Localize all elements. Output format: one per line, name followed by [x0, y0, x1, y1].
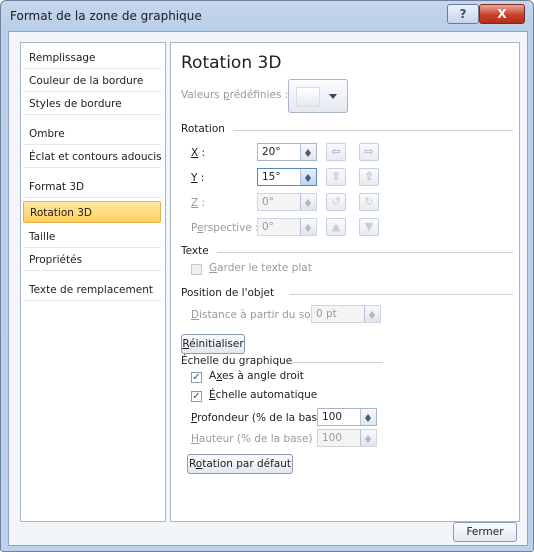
keep-text-flat-label: Garder le texte plat — [209, 262, 312, 274]
rotation-3d-panel: Rotation 3D Valeurs prédéfinies : Rotati… — [170, 42, 520, 522]
height-spinner[interactable]: 100 — [317, 429, 377, 447]
perspective-spinner[interactable]: 0° — [257, 218, 317, 236]
rotate-cw-button[interactable]: ↻ — [359, 193, 379, 211]
tilt-up-button[interactable]: ⇧ — [326, 168, 346, 186]
z-rotation-value: 0° — [262, 196, 274, 208]
x-rotation-value: 20° — [262, 146, 281, 158]
y-rotation-stepper[interactable] — [300, 169, 316, 185]
chevron-down-icon — [329, 94, 337, 103]
perspective-stepper[interactable] — [300, 219, 316, 235]
scale-group-divider — [291, 362, 383, 363]
rotate-left-icon: ⇦ — [331, 145, 341, 158]
window-title: Format de la zone de graphique — [10, 9, 202, 23]
position-group-title: Position de l'objet — [181, 287, 275, 299]
default-rotation-button[interactable]: Rotation par défaut — [187, 454, 293, 474]
text-group-divider — [217, 252, 513, 253]
distance-spinner[interactable]: 0 pt — [311, 305, 381, 323]
perspective-narrow-icon: ▲ — [331, 220, 341, 233]
nav-item-fill[interactable]: Remplissage — [23, 47, 161, 69]
rotation-group-divider — [233, 130, 513, 131]
rotation-group-title: Rotation — [181, 123, 225, 135]
y-rotation-value: 15° — [262, 171, 281, 183]
z-rotation-label: Z : — [191, 197, 206, 209]
autoscale-checkbox[interactable]: ✓ — [191, 391, 202, 402]
tilt-down-button[interactable]: ⇧ — [359, 168, 379, 186]
help-button[interactable]: ? — [447, 4, 479, 24]
perspective-label: Perspective : — [191, 222, 259, 234]
rotate-right-icon: ⇨ — [364, 145, 374, 158]
perspective-narrow-button[interactable]: ▲ — [326, 218, 346, 236]
preset-swatch — [296, 87, 320, 107]
x-rotation-stepper[interactable] — [300, 144, 316, 160]
format-chart-area-dialog: Format de la zone de graphique ? X Rempl… — [0, 0, 534, 552]
reset-button[interactable]: Réinitialiser — [181, 334, 245, 354]
height-label: Hauteur (% de la base) — [191, 433, 313, 445]
right-angle-axes-checkbox[interactable]: ✓ — [191, 372, 202, 383]
rotate-cw-icon: ↻ — [364, 195, 374, 208]
z-rotation-spinner[interactable]: 0° — [257, 193, 317, 211]
nav-item-size[interactable]: Taille — [23, 226, 161, 248]
position-group-divider — [289, 294, 513, 295]
nav-item-rotation-3d[interactable]: Rotation 3D — [23, 201, 161, 223]
nav-item-glow-soft-edges[interactable]: Éclat et contours adoucis — [23, 146, 161, 168]
x-rotation-label: X : — [191, 147, 206, 159]
y-rotation-spinner[interactable]: 15° — [257, 168, 317, 186]
perspective-widen-icon: ▼ — [364, 220, 374, 233]
height-stepper[interactable] — [360, 430, 376, 446]
nav-item-border-color[interactable]: Couleur de la bordure — [23, 70, 161, 92]
text-group-title: Texte — [181, 245, 209, 257]
nav-item-shadow[interactable]: Ombre — [23, 123, 161, 145]
depth-stepper[interactable] — [360, 409, 376, 425]
rotate-left-button[interactable]: ⇦ — [326, 143, 346, 161]
height-value: 100 — [322, 432, 343, 444]
nav-item-format-3d[interactable]: Format 3D — [23, 176, 161, 198]
distance-stepper[interactable] — [364, 306, 380, 322]
y-rotation-label: Y : — [191, 172, 205, 184]
close-window-button[interactable]: X — [479, 4, 525, 24]
scale-group-title: Échelle du graphique — [181, 355, 293, 367]
dialog-body: Remplissage Couleur de la bordure Styles… — [8, 31, 528, 546]
close-button[interactable]: Fermer — [453, 522, 517, 542]
distance-label: Distance à partir du sol : — [191, 309, 321, 321]
rotate-ccw-icon: ↺ — [331, 195, 341, 208]
perspective-widen-button[interactable]: ▼ — [359, 218, 379, 236]
tilt-down-icon: ⇧ — [364, 170, 374, 183]
presets-dropdown[interactable] — [288, 79, 348, 113]
depth-spinner[interactable]: 100 — [317, 408, 377, 426]
keep-text-flat-checkbox[interactable] — [191, 264, 202, 275]
presets-label: Valeurs prédéfinies : — [181, 89, 289, 101]
autoscale-label: Échelle automatique — [209, 389, 318, 401]
nav-item-properties[interactable]: Propriétés — [23, 249, 161, 271]
nav-item-alt-text[interactable]: Texte de remplacement — [23, 279, 161, 301]
title-bar[interactable]: Format de la zone de graphique ? X — [1, 1, 533, 31]
nav-item-border-styles[interactable]: Styles de bordure — [23, 93, 161, 115]
depth-label: Profondeur (% de la base) — [191, 412, 328, 424]
right-angle-axes-label: Axes à angle droit — [209, 370, 304, 382]
x-rotation-spinner[interactable]: 20° — [257, 143, 317, 161]
z-rotation-stepper[interactable] — [300, 194, 316, 210]
depth-value: 100 — [322, 411, 343, 423]
rotate-ccw-button[interactable]: ↺ — [326, 193, 346, 211]
tilt-up-icon: ⇧ — [331, 170, 341, 183]
category-list: Remplissage Couleur de la bordure Styles… — [20, 42, 166, 522]
perspective-value: 0° — [262, 221, 274, 233]
panel-title: Rotation 3D — [181, 53, 282, 73]
distance-value: 0 pt — [316, 308, 337, 320]
rotate-right-button[interactable]: ⇨ — [359, 143, 379, 161]
